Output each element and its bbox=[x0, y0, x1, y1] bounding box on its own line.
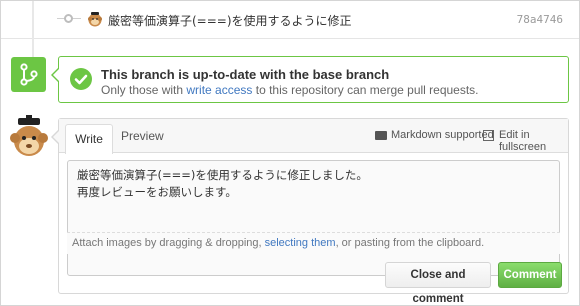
attach-hint-suffix: , or pasting from the clipboard. bbox=[335, 237, 485, 249]
timeline-line bbox=[32, 1, 34, 39]
merge-subtitle-prefix: Only those with bbox=[101, 83, 187, 97]
comment-button[interactable]: Comment bbox=[498, 262, 562, 288]
timeline-line bbox=[32, 39, 34, 57]
merge-status-title: This branch is up-to-date with the base … bbox=[101, 67, 390, 82]
commit-message[interactable]: 厳密等価演算子(===)を使用するように修正 bbox=[108, 12, 352, 29]
commit-author-avatar[interactable] bbox=[87, 11, 103, 27]
merge-status-box: This branch is up-to-date with the base … bbox=[51, 56, 569, 103]
fullscreen-icon bbox=[483, 130, 494, 141]
commit-sha[interactable]: 78a4746 bbox=[517, 13, 563, 26]
comment-body[interactable]: 厳密等価演算子(===)を使用するように修正しました。 再度レビューをお願いしま… bbox=[77, 167, 551, 201]
close-and-comment-button[interactable]: Close and comment bbox=[385, 262, 491, 305]
merge-subtitle-suffix: to this repository can merge pull reques… bbox=[252, 83, 479, 97]
user-avatar[interactable] bbox=[9, 115, 49, 159]
attach-hint-bar[interactable]: Attach images by dragging & dropping, se… bbox=[67, 232, 560, 254]
commit-row: 厳密等価演算子(===)を使用するように修正 78a4746 bbox=[1, 1, 579, 39]
write-access-link[interactable]: write access bbox=[186, 83, 252, 97]
commit-node-icon bbox=[64, 14, 73, 23]
markdown-supported-link[interactable]: Markdown supported bbox=[391, 129, 494, 141]
attach-hint-prefix: Attach images by dragging & dropping, bbox=[72, 237, 265, 249]
markdown-icon bbox=[375, 131, 387, 140]
merge-status-subtitle: Only those with write access to this rep… bbox=[101, 83, 479, 97]
edit-fullscreen-link[interactable]: Edit in fullscreen bbox=[499, 129, 568, 153]
attach-hint: Attach images by dragging & dropping, se… bbox=[72, 237, 484, 249]
comment-form: Write Preview Markdown supported Edit in… bbox=[51, 118, 569, 305]
check-icon bbox=[70, 68, 92, 90]
tab-preview[interactable]: Preview bbox=[121, 129, 164, 143]
selecting-them-link[interactable]: selecting them bbox=[265, 237, 336, 249]
tab-write[interactable]: Write bbox=[65, 124, 113, 154]
comment-textarea[interactable]: 厳密等価演算子(===)を使用するように修正しました。 再度レビューをお願いしま… bbox=[67, 160, 560, 276]
comment-tabbar: Write Preview Markdown supported Edit in… bbox=[59, 119, 568, 154]
git-branch-icon bbox=[11, 57, 46, 92]
